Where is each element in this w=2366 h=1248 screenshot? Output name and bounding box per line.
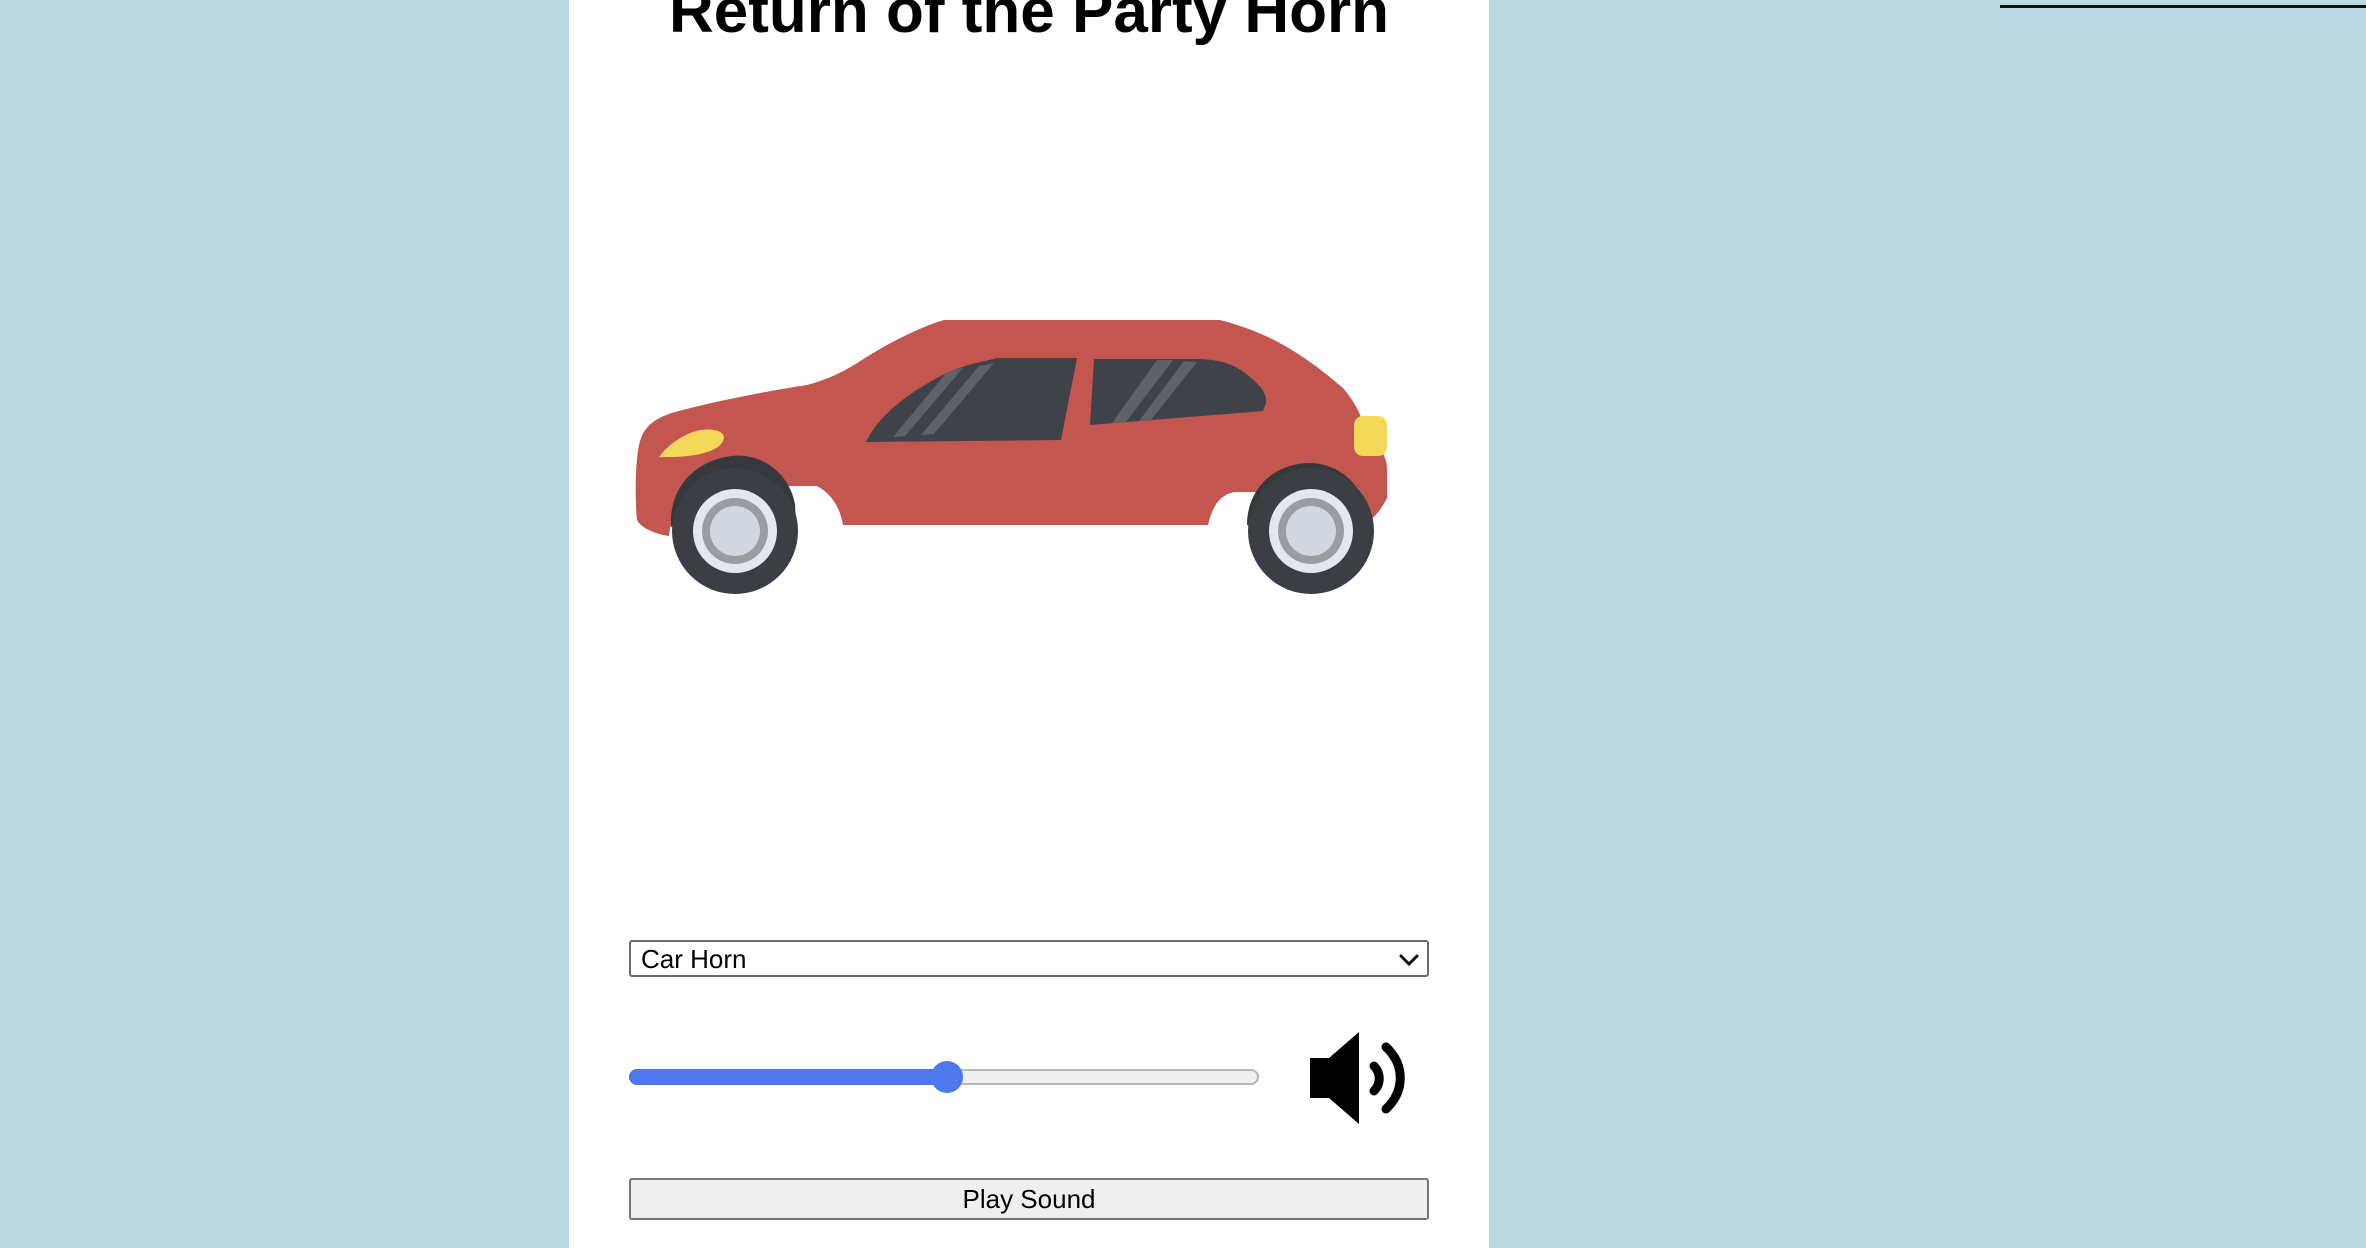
sound-select-value: Car Horn xyxy=(641,944,747,974)
volume-level-3-icon xyxy=(1310,1032,1405,1124)
volume-slider[interactable] xyxy=(629,1055,1259,1099)
page-title: Return of the Party Horn xyxy=(669,0,1389,46)
volume-slider-fill xyxy=(629,1069,947,1085)
chevron-down-icon xyxy=(1399,954,1419,967)
sound-select[interactable]: Car Horn xyxy=(629,940,1429,977)
volume-slider-thumb[interactable] xyxy=(931,1061,963,1093)
top-divider-line xyxy=(2000,5,2366,8)
play-sound-button[interactable]: Play Sound xyxy=(629,1178,1429,1220)
main-panel: Return of the Party Horn Car Horn Play S… xyxy=(569,0,1489,1248)
car-icon xyxy=(635,320,1387,594)
